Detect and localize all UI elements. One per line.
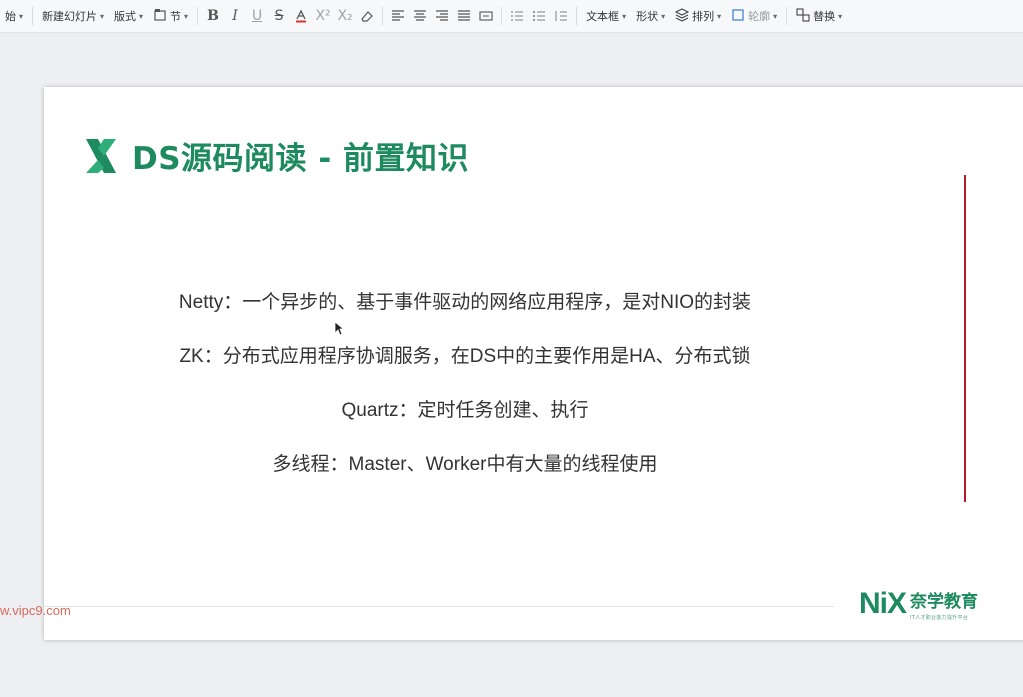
line-spacing-icon[interactable] [550,5,572,27]
replace-icon [796,7,810,25]
eraser-icon[interactable] [356,5,378,27]
chevron-down-icon: ▾ [184,11,189,21]
ribbon-toolbar: 始 ▾ 新建幻灯片 ▾ 版式 ▾ 节 ▾ B I U S X² X₂ 文本框 ▾ 形状 ▾ … [0,0,1023,33]
outline-label: 轮廓 [748,10,771,23]
brand-tagline: IT人才职业能力提升平台 [910,615,969,621]
shape-label: 形状 [636,10,659,23]
replace-label: 替换 [813,10,836,23]
outline-button[interactable]: 轮廓 ▾ [726,4,782,28]
distribute-icon[interactable] [475,5,497,27]
section-label: 节 [170,10,182,23]
textbox-label: 文本框 [586,10,620,23]
chevron-down-icon: ▾ [139,11,144,21]
layout-label: 版式 [114,10,137,23]
body-line-netty: Netty：一个异步的、基于事件驱动的网络应用程序，是对NIO的封装 [178,292,752,313]
x-logo-icon [84,137,118,175]
nix-logo: NiX [859,587,907,620]
separator [382,7,384,25]
chevron-down-icon: ▾ [773,11,778,21]
font-color-icon[interactable] [290,5,312,27]
chevron-down-icon: ▾ [661,11,666,21]
subscript-icon[interactable]: X₂ [334,5,356,27]
arrange-button[interactable]: 排列 ▾ [670,4,726,28]
bold-icon[interactable]: B [202,5,224,27]
replace-button[interactable]: 替换 ▾ [791,4,847,28]
section-icon [153,8,167,25]
underline-icon[interactable]: U [246,5,268,27]
mouse-cursor-icon [334,321,345,340]
chevron-down-icon: ▾ [717,11,722,21]
chevron-down-icon: ▾ [19,11,24,21]
new-slide-button[interactable]: 新建幻灯片 ▾ [37,4,109,28]
arrange-label: 排列 [692,10,715,23]
slide-title[interactable]: DS源码阅读 - 前置知识 [132,133,469,178]
shape-button[interactable]: 形状 ▾ [631,4,670,28]
outline-icon [731,8,745,25]
separator [576,7,578,25]
body-line-zk: ZK：分布式应用程序协调服务，在DS中的主要作用是HA、分布式锁 [179,346,751,367]
body-line-multithread: 多线程：Master、Worker中有大量的线程使用 [272,454,658,475]
justify-icon[interactable] [453,5,475,27]
textbox-button[interactable]: 文本框 ▾ [581,4,631,28]
chevron-down-icon: ▾ [838,11,843,21]
chevron-down-icon: ▾ [100,11,105,21]
bullet-list-icon[interactable] [528,5,550,27]
align-center-icon[interactable] [409,5,431,27]
separator [197,7,199,25]
watermark-url: w.vipc9.com [0,603,71,618]
body-line-quartz: Quartz：定时任务创建、执行 [341,400,589,421]
chevron-down-icon: ▾ [622,11,627,21]
footer-divider [44,606,834,607]
start-menu[interactable]: 始 ▾ [0,4,28,28]
italic-icon[interactable]: I [224,5,246,27]
section-button[interactable]: 节 ▾ [148,4,193,28]
start-label: 始 [5,10,16,23]
numbered-list-icon[interactable] [506,5,528,27]
new-slide-label: 新建幻灯片 [42,10,98,23]
red-vertical-line [964,175,966,502]
separator [32,7,34,25]
layers-icon [674,7,690,25]
layout-button[interactable]: 版式 ▾ [109,4,148,28]
slide-canvas[interactable]: DS源码阅读 - 前置知识 Netty：一个异步的、基于事件驱动的网络应用程序，… [44,87,1023,640]
align-left-icon[interactable] [387,5,409,27]
strikethrough-icon[interactable]: S [268,5,290,27]
align-right-icon[interactable] [431,5,453,27]
separator [501,7,503,25]
superscript-icon[interactable]: X² [312,5,334,27]
separator [786,7,788,25]
brand-logo: NiX 奈学教育 IT人才职业能力提升平台 [859,587,978,621]
slide-body[interactable]: Netty：一个异步的、基于事件驱动的网络应用程序，是对NIO的封装 ZK：分布… [44,292,886,508]
brand-name: 奈学教育 [910,592,979,612]
slide-title-row: DS源码阅读 - 前置知识 [84,133,469,178]
